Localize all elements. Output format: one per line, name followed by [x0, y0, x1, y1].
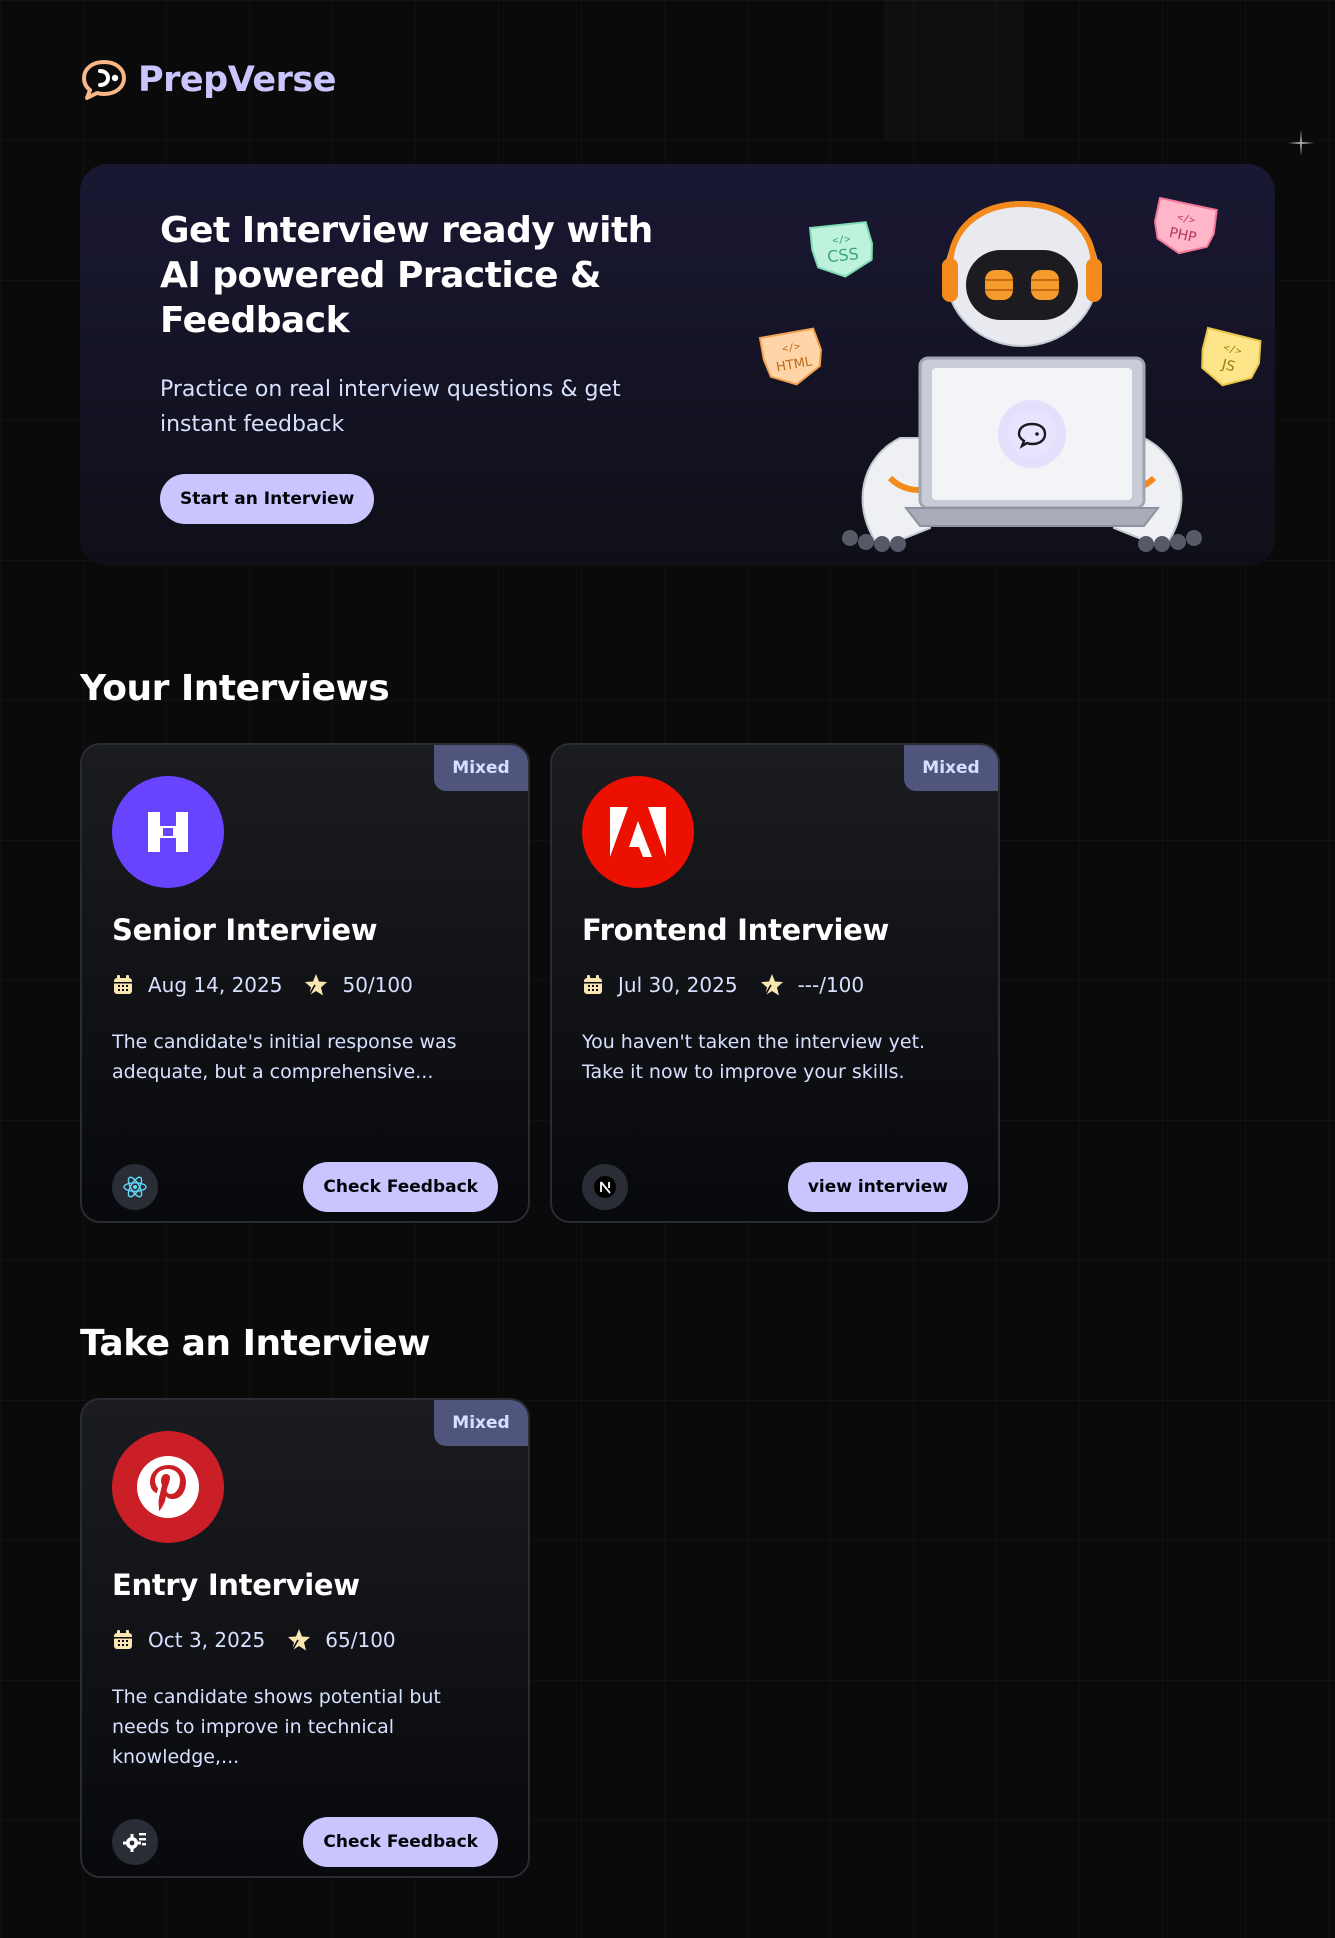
nextjs-icon	[582, 1164, 628, 1210]
interview-meta: Jul 30, 2025 ---/100	[582, 973, 864, 997]
interview-description: You haven't taken the interview yet. Tak…	[582, 1031, 926, 1083]
adobe-logo-icon	[582, 776, 694, 888]
start-interview-button[interactable]: Start an Interview	[160, 474, 375, 524]
interview-score: ---/100	[797, 973, 865, 997]
interview-description: The candidate's initial response was ade…	[112, 1031, 457, 1083]
interview-date: Oct 3, 2025	[148, 1628, 266, 1652]
interview-meta: Aug 14, 2025 50/100	[112, 973, 413, 997]
sparkle-icon	[1288, 130, 1314, 156]
check-feedback-button[interactable]: Check Feedback	[303, 1162, 498, 1212]
interview-date: Jul 30, 2025	[618, 973, 738, 997]
hero-subtitle: Practice on real interview questions & g…	[160, 377, 621, 437]
hero-title: Get Interview ready with AI powered Prac…	[160, 210, 653, 341]
background-highlight	[884, 0, 1024, 140]
interview-card-entry: Mixed Entry Interview Oct 3, 2025 65/100…	[80, 1398, 530, 1878]
js-tag: JS </>	[1201, 326, 1262, 387]
hashnode-logo-icon	[112, 776, 224, 888]
calendar-icon	[584, 975, 602, 994]
svg-text:</>: </>	[832, 234, 851, 247]
take-interview-heading: Take an Interview	[80, 1323, 430, 1364]
react-icon	[112, 1164, 158, 1210]
css-tag-label: CSS	[826, 244, 859, 266]
interview-score: 65/100	[325, 1628, 396, 1652]
logo-chat-icon	[82, 60, 126, 100]
interview-title: Senior Interview	[112, 913, 378, 947]
star-icon	[288, 1629, 311, 1651]
laptop	[903, 356, 1161, 527]
interview-type-badge: Mixed	[434, 745, 528, 791]
calendar-icon	[114, 1630, 132, 1649]
robot-laptop-illustration: CSS </> PHP </> HTML </> JS </>	[758, 196, 1262, 552]
interview-type-badge: Mixed	[904, 745, 998, 791]
interview-description: The candidate shows potential but needs …	[112, 1686, 441, 1768]
interview-type-badge: Mixed	[434, 1400, 528, 1446]
interview-card-frontend: Mixed Frontend Interview Jul 30, 2025 --…	[550, 743, 1000, 1223]
css-tag: CSS </>	[808, 221, 873, 278]
html-tag: HTML </>	[758, 327, 822, 386]
interview-title: Entry Interview	[112, 1568, 360, 1602]
robot-head	[942, 200, 1102, 347]
app-name: PrepVerse	[138, 60, 336, 100]
hero-banner: Get Interview ready with AI powered Prac…	[80, 164, 1275, 566]
view-interview-button[interactable]: view interview	[787, 1162, 968, 1212]
interview-meta: Oct 3, 2025 65/100	[112, 1628, 396, 1652]
gear-icon	[112, 1819, 158, 1865]
php-tag: PHP </>	[1153, 196, 1218, 255]
check-feedback-button[interactable]: Check Feedback	[303, 1817, 498, 1867]
star-icon	[305, 974, 328, 996]
your-interviews-heading: Your Interviews	[80, 668, 390, 709]
interview-date: Aug 14, 2025	[148, 973, 283, 997]
interview-card-senior: Mixed Senior Interview Aug 14, 2025 50/1…	[80, 743, 530, 1223]
app-logo[interactable]: PrepVerse	[80, 58, 336, 102]
interview-score: 50/100	[342, 973, 413, 997]
pinterest-logo-icon	[112, 1431, 224, 1543]
star-icon	[760, 974, 783, 996]
interview-title: Frontend Interview	[582, 913, 890, 947]
calendar-icon	[114, 975, 132, 994]
